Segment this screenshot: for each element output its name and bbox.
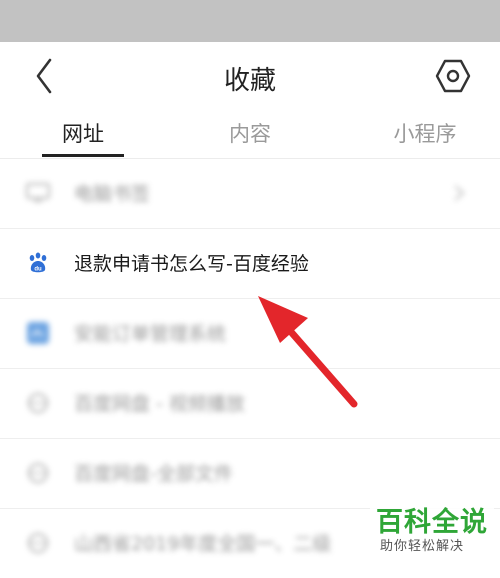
watermark: 百科全说 助你轻松解决 (370, 498, 494, 556)
list-item-label: 退款申请书怎么写-百度经验 (74, 253, 309, 275)
globe-icon (28, 393, 48, 413)
header: 收藏 (0, 42, 500, 110)
list-item-bookmark[interactable]: 安能订单管理系统 (0, 299, 500, 369)
globe-icon (28, 463, 48, 483)
list-item-label: 百度网盘 - 视频播放 (74, 393, 245, 415)
hexagon-gear-icon (435, 59, 471, 93)
app-icon (27, 322, 49, 344)
status-bar (0, 0, 500, 42)
settings-button[interactable] (434, 57, 472, 95)
baidu-paw-icon: du (29, 252, 47, 273)
tab-content[interactable]: 内容 (210, 118, 290, 148)
page-title: 收藏 (223, 66, 276, 96)
tab-bar: 网址 内容 小程序 (0, 110, 500, 159)
watermark-slogan: 助你轻松解决 (380, 539, 465, 554)
globe-icon (28, 533, 48, 553)
list-item-label: 安能订单管理系统 (74, 323, 227, 345)
tab-urls[interactable]: 网址 (42, 118, 124, 148)
list-item-pc-bookmarks[interactable]: 电脑书签 (0, 159, 500, 229)
list-item-label: 百度网盘-全部文件 (74, 463, 233, 485)
chevron-right-icon (454, 185, 465, 201)
tab-mini-programs[interactable]: 小程序 (380, 118, 470, 148)
list-item-bookmark[interactable]: 百度网盘 - 视频播放 (0, 369, 500, 439)
list-item-label: 电脑书签 (74, 183, 151, 205)
watermark-logo: 百科全说 (376, 507, 488, 538)
list-item-label: 山西省2019年度全国一、二级 (74, 533, 332, 555)
active-tab-indicator (42, 154, 124, 157)
list-item-bookmark[interactable]: du 退款申请书怎么写-百度经验 (0, 229, 500, 299)
monitor-icon (26, 183, 50, 202)
svg-text:du: du (34, 267, 42, 273)
